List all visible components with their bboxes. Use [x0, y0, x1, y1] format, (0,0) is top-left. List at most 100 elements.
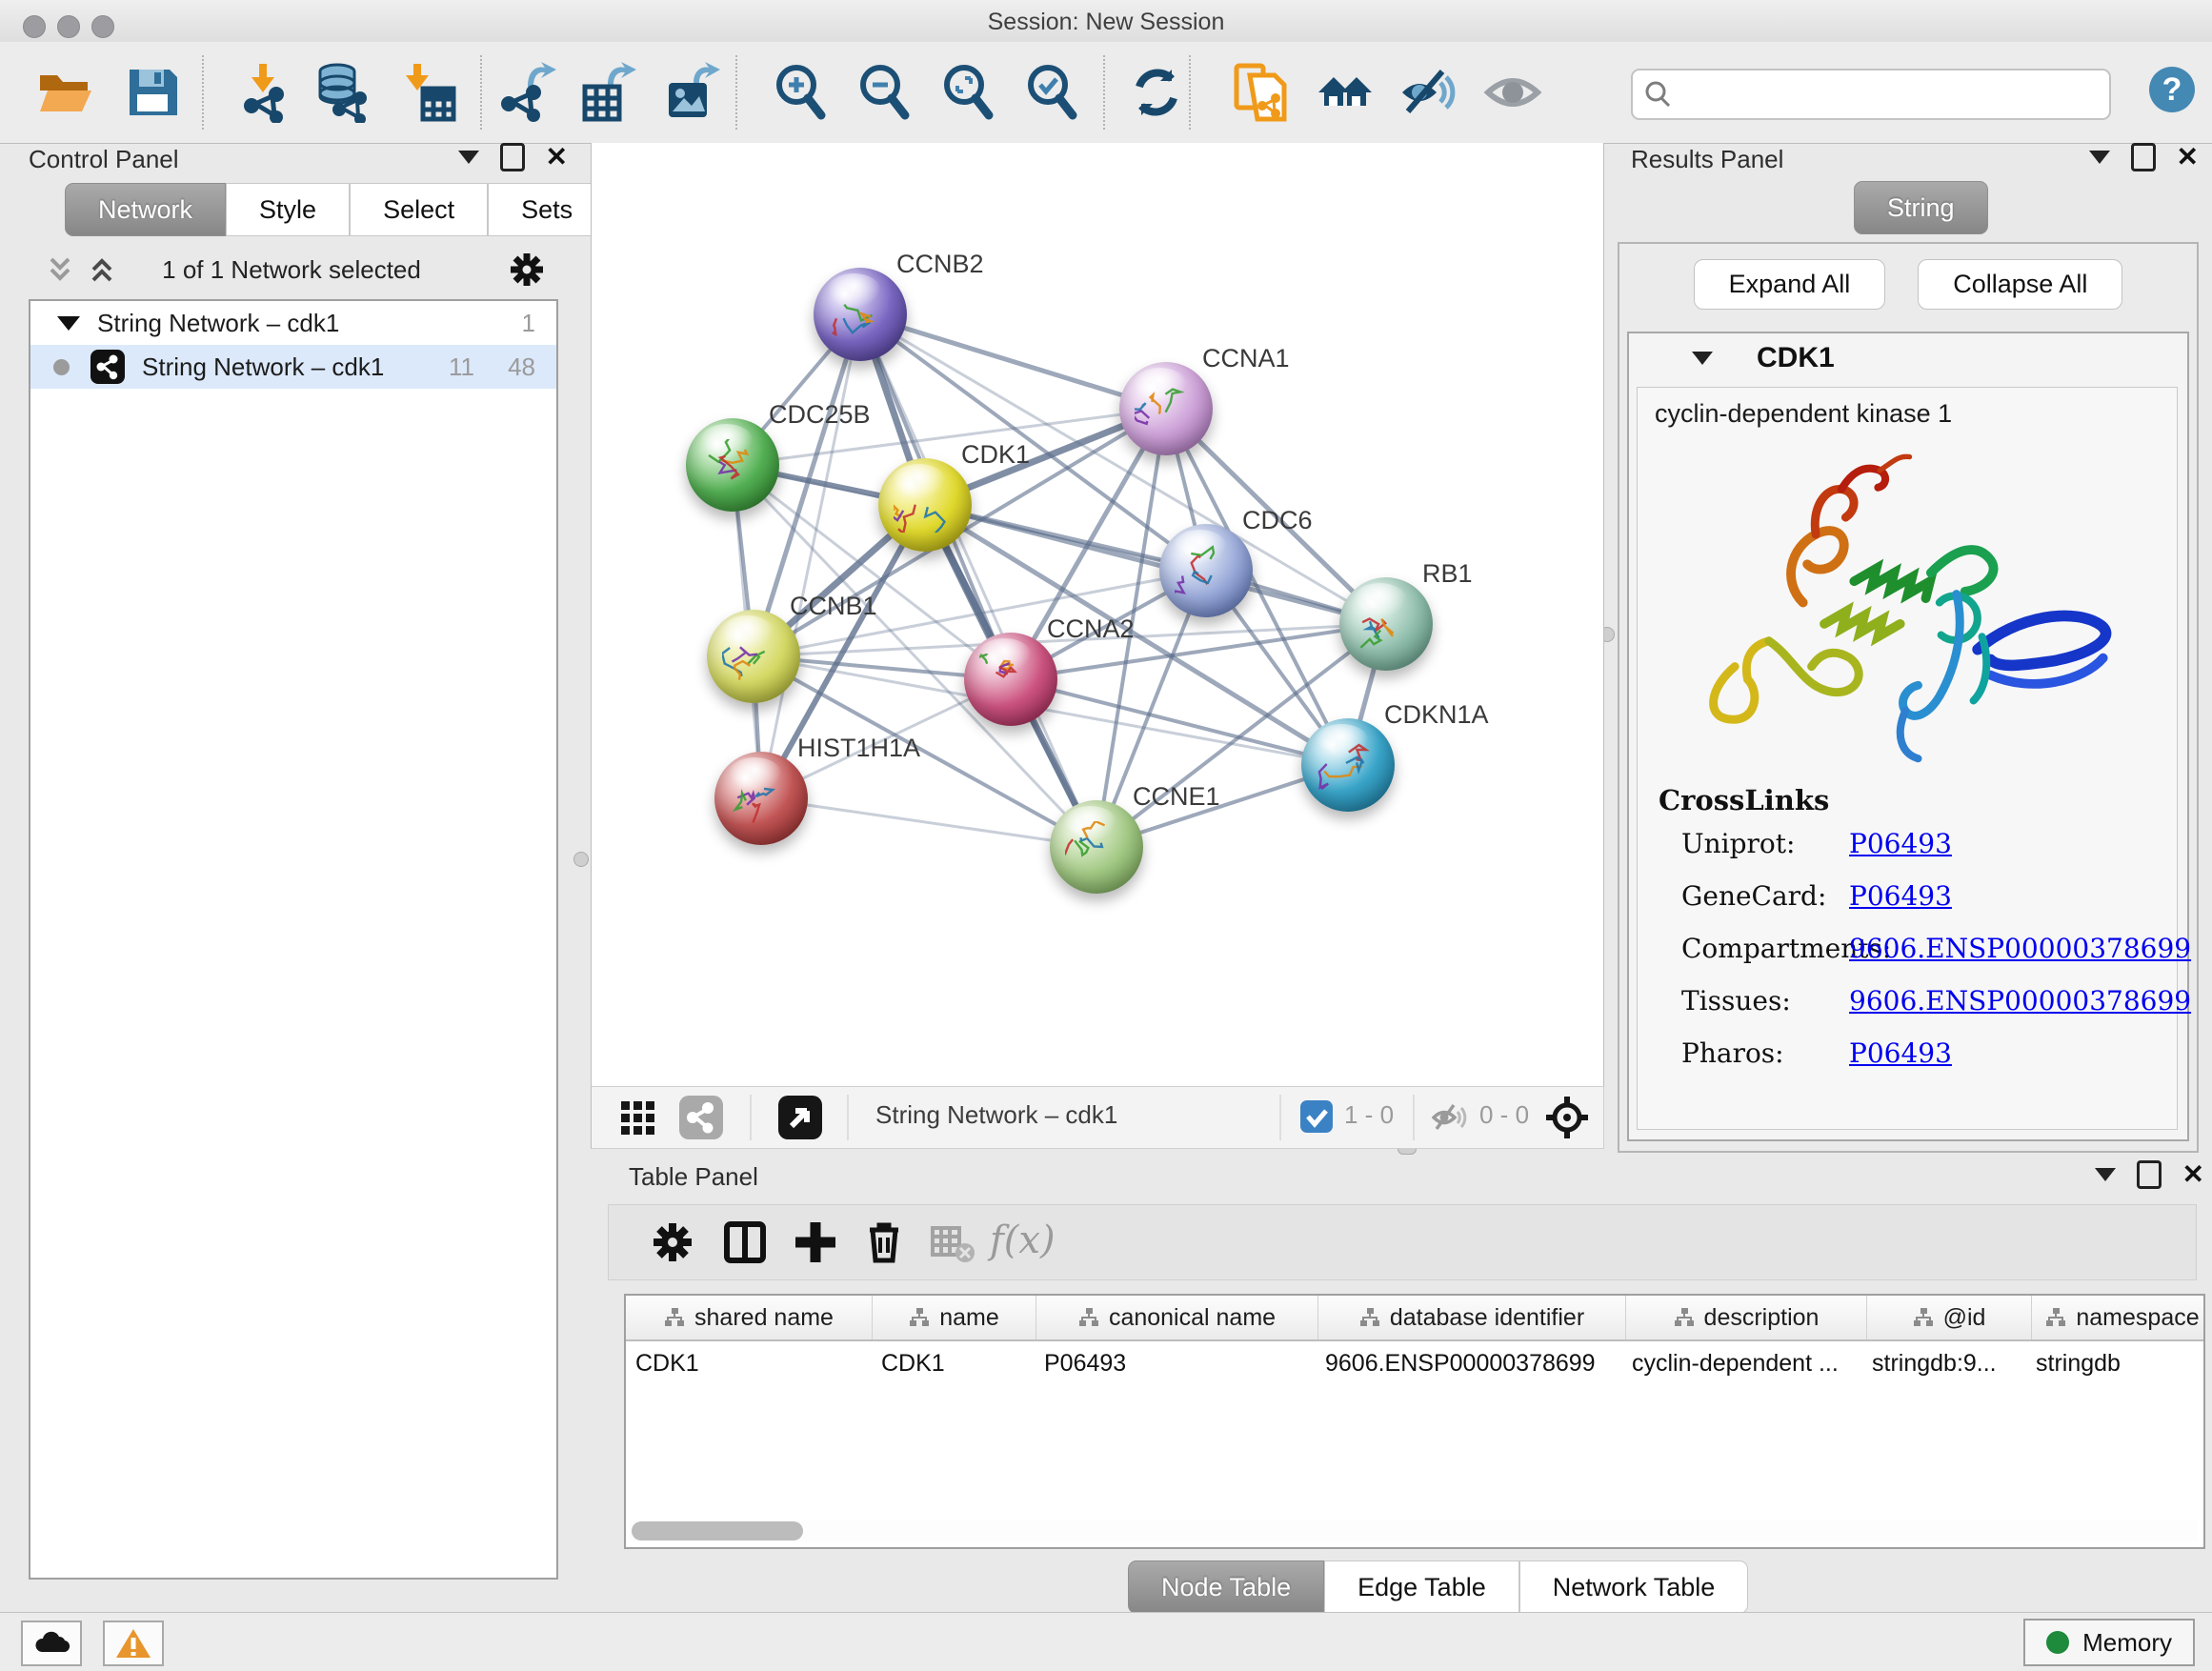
table-cell[interactable]: CDK1 [872, 1341, 1035, 1385]
hide-selected-button[interactable] [1398, 62, 1459, 123]
toolbar-separator [750, 1095, 752, 1140]
import-network-file-button[interactable] [234, 62, 295, 123]
show-columns-icon[interactable] [721, 1218, 769, 1266]
network-node-cdc25b[interactable] [686, 418, 779, 512]
export-network-button[interactable] [495, 62, 556, 123]
tab-style[interactable]: Style [226, 183, 350, 236]
show-hidden-button[interactable] [1482, 62, 1543, 123]
table-gear-icon[interactable] [649, 1218, 696, 1266]
crosslink-link[interactable]: P06493 [1849, 880, 1952, 912]
expand-all-button[interactable]: Expand All [1694, 259, 1886, 310]
table-cell[interactable]: cyclin-dependent ... [1622, 1341, 1862, 1385]
network-view[interactable]: CCNB2CCNA1CDC25BCDK1CDC6RB1CCNB1CCNA2CDK… [591, 143, 1604, 1086]
crosslink-link[interactable]: 9606.ENSP00000378699 [1849, 985, 2191, 1017]
network-node-rb1[interactable] [1339, 577, 1433, 671]
create-column-icon[interactable] [792, 1218, 839, 1266]
table-row[interactable]: CDK1CDK1P064939606.ENSP00000378699cyclin… [626, 1341, 2203, 1385]
column-header-name[interactable]: name [873, 1296, 1036, 1339]
tab-select[interactable]: Select [350, 183, 488, 236]
network-node-ccnb1[interactable] [707, 610, 800, 703]
gear-icon[interactable] [507, 250, 547, 290]
memory-button[interactable]: Memory [2023, 1619, 2195, 1666]
network-node-hist1h1a[interactable] [714, 752, 808, 845]
help-button[interactable]: ? [2149, 67, 2195, 112]
network-row-selected[interactable]: String Network – cdk1 11 48 [30, 345, 556, 389]
close-panel-icon[interactable]: ✕ [546, 146, 568, 169]
selected-checkbox-icon[interactable] [1300, 1100, 1333, 1133]
network-view-toolbar: String Network – cdk1 1 - 0 0 - 0 [591, 1086, 1604, 1149]
float-panel-icon[interactable] [2137, 1160, 2162, 1189]
zoom-fit-button[interactable] [937, 62, 998, 123]
app-store-button[interactable] [21, 1621, 82, 1666]
section-expander-icon[interactable] [1692, 352, 1713, 365]
left-splitter-grip[interactable] [573, 852, 589, 867]
close-panel-icon[interactable]: ✕ [2182, 1163, 2204, 1186]
table-cell[interactable]: stringdb [2026, 1341, 2207, 1385]
detach-view-icon[interactable] [778, 1096, 822, 1139]
crosslink-link[interactable]: P06493 [1849, 828, 1952, 859]
table-cell[interactable]: CDK1 [626, 1341, 872, 1385]
network-node-ccnb2[interactable] [814, 268, 907, 361]
birdseye-crosshair-icon[interactable] [1544, 1095, 1590, 1140]
search-input[interactable] [1631, 69, 2111, 120]
export-table-button[interactable] [579, 62, 640, 123]
export-image-button[interactable] [661, 62, 722, 123]
tab-edge-table[interactable]: Edge Table [1324, 1560, 1519, 1614]
column-header--id[interactable]: @id [1867, 1296, 2032, 1339]
column-label: namespace [2076, 1304, 2199, 1332]
collection-expander-icon[interactable] [57, 316, 80, 331]
column-header-database-identifier[interactable]: database identifier [1318, 1296, 1626, 1339]
import-table-button[interactable] [396, 62, 457, 123]
table-cell[interactable]: 9606.ENSP00000378699 [1316, 1341, 1622, 1385]
column-header-shared-name[interactable]: shared name [626, 1296, 873, 1339]
column-label: @id [1943, 1304, 1986, 1332]
column-header-description[interactable]: description [1626, 1296, 1867, 1339]
network-node-cdc6[interactable] [1159, 524, 1253, 617]
node-structure-icon [1355, 598, 1418, 652]
network-node-ccna1[interactable] [1119, 362, 1213, 455]
scrollbar-thumb[interactable] [632, 1521, 803, 1540]
tab-network-table[interactable]: Network Table [1519, 1560, 1749, 1614]
import-network-database-button[interactable] [311, 62, 372, 123]
float-panel-icon[interactable] [500, 143, 525, 171]
hidden-eye-slash-icon[interactable] [1432, 1102, 1468, 1133]
network-collection-row[interactable]: String Network – cdk1 1 [30, 301, 556, 345]
network-share-icon[interactable] [679, 1096, 723, 1139]
network-node-cdk1[interactable] [878, 458, 972, 552]
collapse-panel-icon[interactable] [458, 151, 479, 164]
node-structure-icon [894, 479, 956, 533]
crosslink-link[interactable]: 9606.ENSP00000378699 [1849, 933, 2191, 964]
warnings-button[interactable] [103, 1621, 164, 1666]
gene-section-header[interactable]: CDK1 [1629, 333, 2187, 383]
save-session-button[interactable] [122, 62, 183, 123]
table-cell[interactable]: stringdb:9... [1862, 1341, 2026, 1385]
tab-string[interactable]: String [1854, 181, 1988, 234]
crosslink-link[interactable]: P06493 [1849, 1037, 1952, 1069]
zoom-in-button[interactable] [770, 62, 831, 123]
tab-sets[interactable]: Sets [488, 183, 606, 236]
tab-node-table[interactable]: Node Table [1128, 1560, 1324, 1614]
float-panel-icon[interactable] [2131, 143, 2156, 171]
collapse-panel-icon[interactable] [2089, 151, 2110, 164]
collapse-panel-icon[interactable] [2095, 1168, 2116, 1181]
network-node-ccna2[interactable] [964, 633, 1057, 726]
search-field[interactable] [1682, 74, 2096, 112]
delete-column-icon[interactable] [860, 1218, 908, 1266]
network-node-ccne1[interactable] [1050, 800, 1143, 894]
column-header-namespace[interactable]: namespace [2032, 1296, 2212, 1339]
apply-layout-button[interactable] [1126, 62, 1187, 123]
zoom-selected-button[interactable] [1021, 62, 1082, 123]
tab-network[interactable]: Network [65, 183, 226, 236]
table-cell[interactable]: P06493 [1035, 1341, 1316, 1385]
clone-network-button[interactable] [1231, 62, 1292, 123]
column-header-canonical-name[interactable]: canonical name [1036, 1296, 1318, 1339]
grid-mode-icon[interactable] [620, 1100, 656, 1137]
collapse-all-button[interactable]: Collapse All [1918, 259, 2122, 310]
zoom-out-button[interactable] [854, 62, 915, 123]
network-node-cdkn1a[interactable] [1301, 718, 1395, 812]
show-all-networks-button[interactable] [1315, 62, 1376, 123]
close-panel-icon[interactable]: ✕ [2177, 146, 2199, 169]
node-structure-icon [701, 439, 764, 493]
horizontal-scrollbar[interactable] [630, 1520, 2198, 1541]
open-session-button[interactable] [34, 62, 95, 123]
